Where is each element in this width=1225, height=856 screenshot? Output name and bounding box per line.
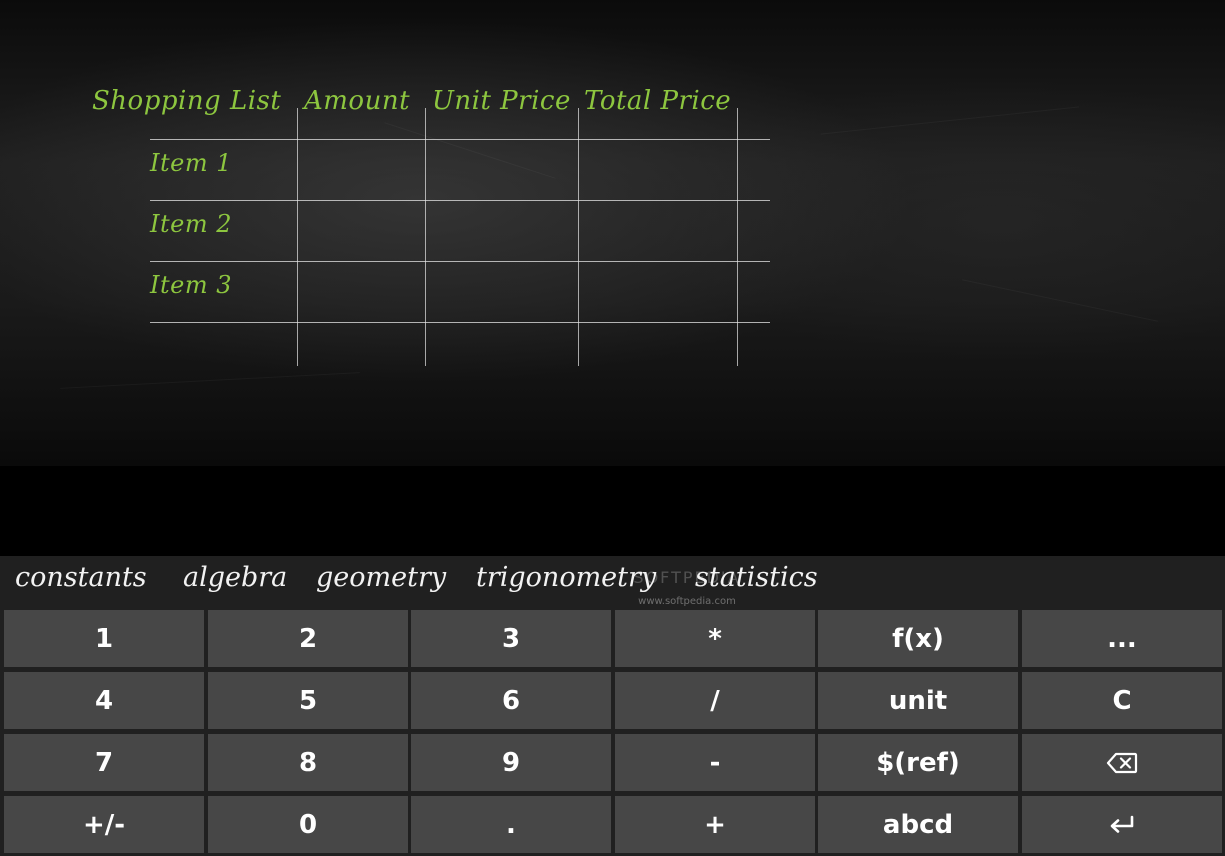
key-more[interactable]: ... <box>1022 610 1222 667</box>
key-5[interactable]: 5 <box>208 672 408 729</box>
header-shopping-list: Shopping List <box>92 86 282 116</box>
cell-item-1-total-price[interactable] <box>579 141 736 199</box>
grid-line <box>150 139 770 140</box>
key-2[interactable]: 2 <box>208 610 408 667</box>
tab-geometry[interactable]: geometry <box>316 562 446 593</box>
cell-item-3-amount[interactable] <box>298 263 424 321</box>
backspace-icon <box>1106 752 1138 773</box>
cell-item-2-amount[interactable] <box>298 202 424 260</box>
cell-item-1-amount[interactable] <box>298 141 424 199</box>
chalkboard: Shopping List Amount Unit Price Total Pr… <box>0 0 1225 466</box>
grid-line <box>737 108 738 366</box>
key-7[interactable]: 7 <box>4 734 204 791</box>
cell-item-3-unit-price[interactable] <box>426 263 577 321</box>
key-1[interactable]: 1 <box>4 610 204 667</box>
key-divide[interactable]: / <box>615 672 815 729</box>
category-tab-strip: constants algebra geometry trigonometry … <box>0 556 1225 606</box>
tab-constants[interactable]: constants <box>15 562 147 593</box>
grid-line <box>150 200 770 201</box>
key-6[interactable]: 6 <box>411 672 611 729</box>
key-backspace[interactable] <box>1022 734 1222 791</box>
cell-item-1-unit-price[interactable] <box>426 141 577 199</box>
key-negate[interactable]: +/- <box>4 796 204 853</box>
key-clear[interactable]: C <box>1022 672 1222 729</box>
key-3[interactable]: 3 <box>411 610 611 667</box>
key-add[interactable]: + <box>615 796 815 853</box>
tab-statistics[interactable]: statistics <box>695 562 818 593</box>
grid-line <box>150 322 770 323</box>
cell-item-2-unit-price[interactable] <box>426 202 577 260</box>
key-text[interactable]: abcd <box>818 796 1018 853</box>
row-label-item-1: Item 1 <box>150 149 232 177</box>
key-subtract[interactable]: - <box>615 734 815 791</box>
key-enter[interactable] <box>1022 796 1222 853</box>
cell-item-2-total-price[interactable] <box>579 202 736 260</box>
key-multiply[interactable]: * <box>615 610 815 667</box>
key-unit[interactable]: unit <box>818 672 1018 729</box>
key-0[interactable]: 0 <box>208 796 408 853</box>
key-function[interactable]: f(x) <box>818 610 1018 667</box>
cell-item-3-total-price[interactable] <box>579 263 736 321</box>
header-unit-price: Unit Price <box>432 86 571 116</box>
key-reference[interactable]: $(ref) <box>818 734 1018 791</box>
key-8[interactable]: 8 <box>208 734 408 791</box>
header-amount: Amount <box>304 86 411 116</box>
key-4[interactable]: 4 <box>4 672 204 729</box>
tab-algebra[interactable]: algebra <box>183 562 287 593</box>
tab-trigonometry[interactable]: trigonometry <box>476 562 656 593</box>
row-label-item-2: Item 2 <box>150 210 232 238</box>
keypad: 1 2 3 * f(x) ... 4 5 6 / unit C 7 8 9 - … <box>0 606 1225 856</box>
grid-line <box>150 261 770 262</box>
header-total-price: Total Price <box>584 86 732 116</box>
row-label-item-3: Item 3 <box>150 271 232 299</box>
enter-icon <box>1110 815 1134 833</box>
key-9[interactable]: 9 <box>411 734 611 791</box>
key-decimal[interactable]: . <box>411 796 611 853</box>
